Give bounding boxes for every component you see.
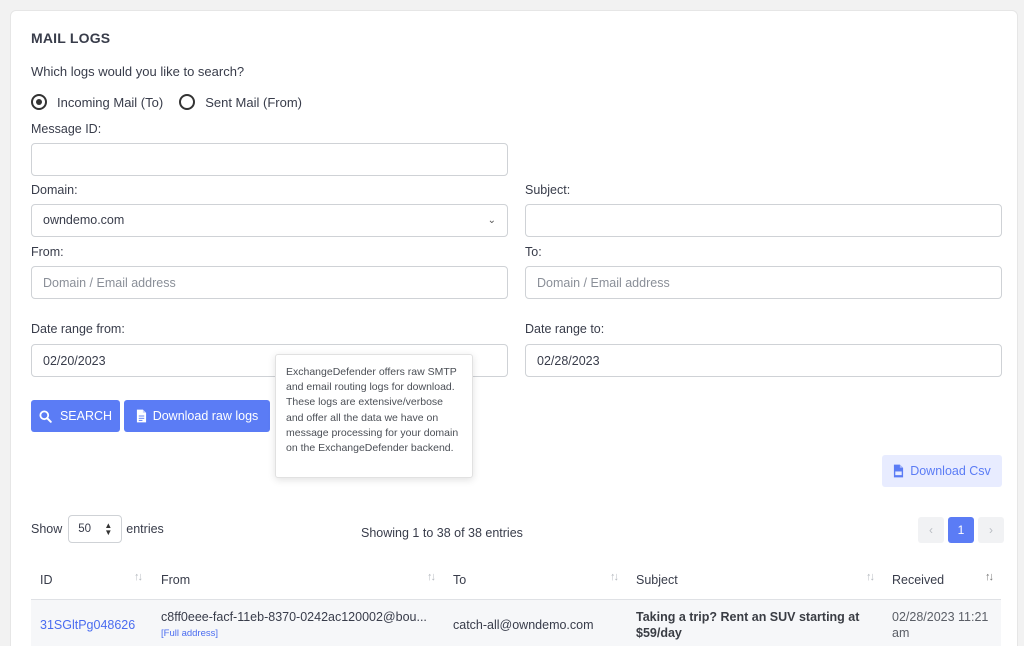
column-header-received[interactable]: Received (892, 573, 944, 587)
show-entries-control: Show 50 ▲ ▼ entries (31, 515, 164, 543)
radio-unchecked-icon (179, 94, 196, 110)
from-address: c8ff0eee-facf-11eb-8370-0242ac120002@bou… (161, 610, 427, 624)
document-icon (136, 409, 146, 423)
domain-label: Domain: (31, 183, 78, 197)
next-page-button[interactable]: › (978, 517, 1004, 543)
column-header-subject[interactable]: Subject (636, 573, 678, 587)
page-size-value: 50 (78, 523, 92, 535)
download-raw-logs-button[interactable]: Download raw logs (124, 400, 270, 432)
search-type-question: Which logs would you like to search? (31, 64, 245, 79)
subject-label: Subject: (525, 183, 571, 197)
pagination: ‹ 1 › (918, 517, 1004, 543)
received-ampm: am (892, 626, 910, 640)
sort-icon[interactable]: ↑↓ (134, 571, 143, 583)
sort-icon[interactable]: ↑↓ (427, 571, 436, 583)
from-label: From: (31, 245, 64, 259)
page-size-select[interactable]: 50 ▲ ▼ (68, 515, 123, 543)
to-address: catch-all@owndemo.com (453, 618, 594, 632)
raw-logs-tooltip: ExchangeDefender offers raw SMTP and ema… (275, 354, 473, 478)
domain-select-value: owndemo.com (43, 213, 125, 227)
sent-mail-label: Sent Mail (From) (205, 94, 302, 110)
column-header-from[interactable]: From (161, 573, 190, 587)
full-address-link[interactable]: [Full address] (161, 628, 218, 639)
search-button[interactable]: SEARCH (31, 400, 120, 432)
showing-entries-info: Showing 1 to 38 of 38 entries (361, 526, 523, 540)
chevron-down-icon: ⌄ (487, 215, 496, 226)
column-header-to[interactable]: To (453, 573, 466, 587)
chevron-right-icon: › (989, 523, 993, 537)
chevron-left-icon: ‹ (929, 523, 933, 537)
sort-icon[interactable]: ↑↓ (866, 571, 875, 583)
search-button-label: SEARCH (59, 409, 113, 423)
log-type-radio-group: Incoming Mail (To) Sent Mail (From) (31, 94, 318, 110)
date-from-label: Date range from: (31, 322, 125, 336)
date-to-input[interactable] (525, 344, 1002, 377)
sort-active-icon[interactable]: ↑↓ (985, 571, 994, 583)
download-csv-label: Download Csv (910, 464, 991, 478)
search-icon (39, 409, 52, 423)
date-to-label: Date range to: (525, 322, 605, 336)
incoming-mail-radio[interactable]: Incoming Mail (To) (31, 94, 163, 110)
incoming-mail-label: Incoming Mail (To) (57, 94, 164, 110)
message-id-input[interactable] (31, 143, 508, 176)
download-raw-logs-label: Download raw logs (152, 409, 259, 423)
radio-checked-icon (31, 94, 47, 110)
previous-page-button[interactable]: ‹ (918, 517, 944, 543)
page-1-button[interactable]: 1 (948, 517, 974, 543)
download-csv-button[interactable]: Download Csv (882, 455, 1002, 487)
message-id-link[interactable]: 31SGltPg048626 (40, 618, 135, 632)
entries-label: entries (126, 522, 164, 536)
message-id-label: Message ID: (31, 122, 102, 136)
column-header-id[interactable]: ID (40, 573, 53, 587)
subject-line-2: $59/day (636, 626, 682, 640)
sent-mail-radio[interactable]: Sent Mail (From) (179, 94, 302, 110)
sort-toggle-icon: ▲ ▼ (104, 521, 113, 537)
show-label: Show (31, 522, 63, 536)
domain-select[interactable]: owndemo.com ⌄ (31, 204, 508, 237)
csv-file-icon (894, 464, 904, 478)
received-date: 02/28/2023 11:21 (892, 610, 989, 624)
to-label: To: (525, 245, 542, 259)
table-row: 31SGltPg048626 c8ff0eee-facf-11eb-8370-0… (31, 600, 1001, 646)
from-input[interactable] (31, 266, 508, 299)
page-title: MAIL LOGS (31, 30, 111, 46)
subject-input[interactable] (525, 204, 1002, 237)
table-header: ID ↑↓ From ↑↓ To ↑↓ Subject ↑↓ Received … (31, 561, 1001, 600)
to-input[interactable] (525, 266, 1002, 299)
sort-icon[interactable]: ↑↓ (610, 571, 619, 583)
subject-line-1: Taking a trip? Rent an SUV starting at (636, 610, 860, 624)
